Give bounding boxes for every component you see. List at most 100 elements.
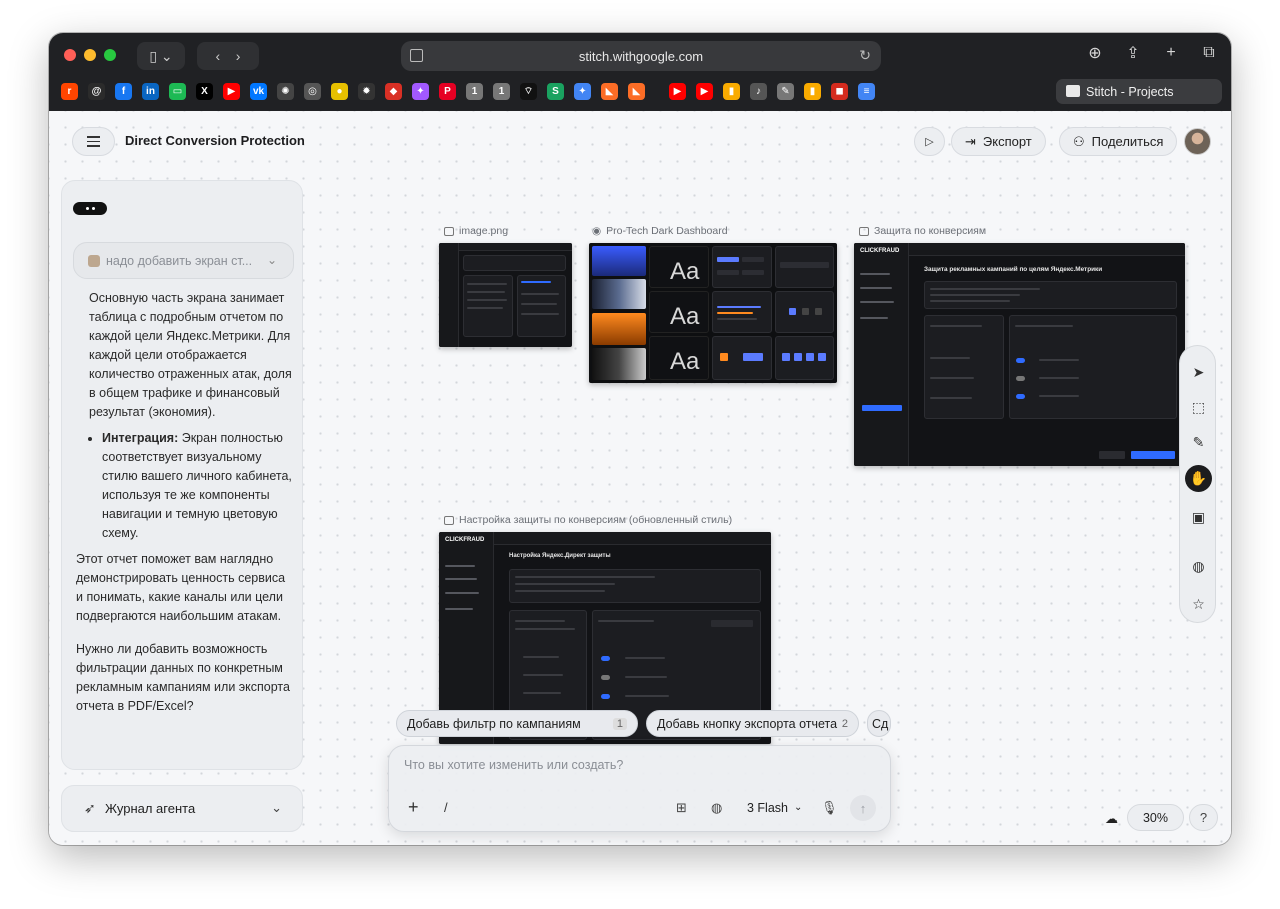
frame-label-settings[interactable]: Настройка защиты по конверсиям (обновлен… — [444, 514, 732, 526]
tab-overview-icon[interactable]: ⧉ — [1199, 43, 1219, 63]
help-button[interactable]: ? — [1189, 804, 1218, 831]
mock-line — [515, 583, 615, 585]
prompt-history-chip[interactable]: надо добавить экран ст... ⌄ — [73, 242, 294, 279]
play-icon: ▷ — [925, 136, 934, 148]
one-icon-b[interactable]: 1 — [493, 83, 510, 100]
wifi-app-icon[interactable]: ⌔ — [520, 83, 537, 100]
green-app-icon[interactable]: ▭ — [169, 83, 186, 100]
download-icon[interactable]: ⊕ — [1085, 43, 1105, 63]
image-insert-icon[interactable]: ▣ — [1185, 504, 1212, 531]
openai-icon[interactable]: ✺ — [277, 83, 294, 100]
tab-stitch-projects[interactable]: Stitch - Projects — [1056, 79, 1222, 104]
compass-icon[interactable]: ◎ — [304, 83, 321, 100]
progress-sample — [717, 312, 753, 314]
frame-conversion-protection[interactable]: CLICKFRAUD Защита рекламных кампаний по … — [854, 243, 1185, 466]
suggestion-label: Добавь кнопку экспорта отчета — [657, 716, 838, 731]
s-app-icon[interactable]: S — [547, 83, 564, 100]
share-button[interactable]: ⚇ Поделиться — [1059, 127, 1178, 156]
analytics-icon-a[interactable]: ▮ — [723, 83, 740, 100]
mock-line — [467, 299, 507, 301]
youtube-icon-c[interactable]: ▶ — [696, 83, 713, 100]
gear-app-icon[interactable]: ✹ — [358, 83, 375, 100]
pencil-icon[interactable]: ✎ — [1185, 429, 1212, 456]
yellow-app-icon[interactable]: ● — [331, 83, 348, 100]
add-screen-icon[interactable]: ⊞ — [676, 800, 687, 816]
threads-icon[interactable]: @ — [88, 83, 105, 100]
pinterest-icon[interactable]: P — [439, 83, 456, 100]
close-window-button[interactable] — [64, 49, 76, 61]
slash-commands-button[interactable]: / — [444, 800, 448, 815]
gemini-icon[interactable]: ✦ — [574, 83, 591, 100]
maximize-window-button[interactable] — [104, 49, 116, 61]
preview-play-button[interactable]: ▷ — [914, 127, 945, 156]
frame-label-image[interactable]: image.png — [444, 225, 508, 237]
suggestion-chip-more[interactable]: Сд — [867, 710, 891, 737]
mock-refresh-button — [711, 620, 753, 627]
mock-toggle — [1016, 394, 1025, 399]
frame-label-conversion[interactable]: Защита по конверсиям — [859, 225, 986, 237]
mock-sidebar — [854, 243, 909, 466]
mock-card — [517, 275, 566, 337]
share-icon[interactable]: ⇪ — [1123, 43, 1143, 63]
page-settings-icon[interactable] — [410, 49, 423, 62]
select-cursor-icon[interactable]: ➤ — [1185, 359, 1212, 386]
canvas-toolbar: ➤ ⬚ ✎ ✋ ▣ ◍ ☆ — [1179, 345, 1216, 623]
agent-journal-button[interactable]: ➶ Журнал агента ⌄ — [61, 785, 303, 832]
user-avatar[interactable] — [1184, 128, 1211, 155]
cloud-sync-icon[interactable]: ☁ — [1105, 811, 1118, 827]
minimize-window-button[interactable] — [84, 49, 96, 61]
forward-icon[interactable]: › — [236, 48, 241, 64]
reload-icon[interactable]: ↻ — [859, 47, 871, 64]
figma-icon[interactable]: ✦ — [412, 83, 429, 100]
suggestion-chip-filter[interactable]: Добавь фильтр по кампаниям 1 — [396, 710, 638, 737]
menu-button[interactable] — [72, 127, 115, 156]
frame-label-pro-tech[interactable]: ◉ Pro-Tech Dark Dashboard — [592, 225, 728, 237]
hand-pan-icon[interactable]: ✋ — [1185, 465, 1212, 492]
microphone-icon[interactable]: 🎙 — [821, 800, 838, 816]
red-app-icon[interactable]: ◆ — [385, 83, 402, 100]
new-tab-icon[interactable]: + — [1161, 43, 1181, 63]
palette-icon[interactable]: ◍ — [1185, 553, 1212, 580]
mock-line — [930, 288, 1040, 290]
tab-title: Stitch - Projects — [1086, 84, 1174, 99]
zoom-level[interactable]: 30% — [1127, 804, 1184, 831]
stripe-icon[interactable]: ≡ — [858, 83, 875, 100]
gitlab-icon-b[interactable]: ◣ — [628, 83, 645, 100]
user-avatar-small — [88, 255, 100, 267]
marquee-select-icon[interactable]: ⬚ — [1185, 394, 1212, 421]
mock-line — [515, 628, 575, 630]
reddit-icon[interactable]: r — [61, 83, 78, 100]
mic-app-icon[interactable]: ♪ — [750, 83, 767, 100]
gitlab-icon-a[interactable]: ◣ — [601, 83, 618, 100]
message-question: Нужно ли добавить возможность фильтрации… — [76, 642, 290, 713]
star-icon[interactable]: ☆ — [1185, 591, 1212, 618]
tool-app-icon[interactable]: ✎ — [777, 83, 794, 100]
mock-header — [494, 532, 771, 545]
youtube-icon[interactable]: ▶ — [223, 83, 240, 100]
one-icon-a[interactable]: 1 — [466, 83, 483, 100]
add-attachment-icon[interactable]: + — [408, 797, 419, 818]
model-selector[interactable]: 3 Flash ⌄ — [738, 795, 811, 820]
youtube-icon-b[interactable]: ▶ — [669, 83, 686, 100]
suggestion-chip-export[interactable]: Добавь кнопку экспорта отчета 2 — [646, 710, 859, 737]
flag-icon[interactable]: ◼ — [831, 83, 848, 100]
palette-icon[interactable]: ◍ — [711, 800, 722, 816]
frame-pro-tech-dashboard[interactable]: Aa Aa Aa — [589, 243, 837, 383]
facebook-icon[interactable]: f — [115, 83, 132, 100]
chevron-down-icon[interactable]: ⌄ — [267, 253, 277, 267]
address-bar[interactable]: stitch.withgoogle.com ↻ — [401, 41, 881, 71]
x-icon[interactable]: X — [196, 83, 213, 100]
mock-line — [521, 293, 559, 295]
send-button[interactable]: ↑ — [850, 795, 876, 821]
linkedin-icon[interactable]: in — [142, 83, 159, 100]
prompt-input[interactable]: Что вы хотите изменить или создать? — [404, 758, 623, 772]
frame-image-png[interactable] — [439, 243, 572, 347]
mock-line — [625, 657, 665, 659]
window-controls — [64, 49, 116, 61]
back-icon[interactable]: ‹ — [216, 48, 221, 64]
export-button[interactable]: ⇥ Экспорт — [951, 127, 1046, 156]
vk-icon[interactable]: vk — [250, 83, 267, 100]
analytics-icon-b[interactable]: ▮ — [804, 83, 821, 100]
history-nav-buttons[interactable]: ‹ › — [197, 42, 259, 70]
sidebar-toggle-button[interactable]: ▯ ⌄ — [137, 42, 185, 70]
